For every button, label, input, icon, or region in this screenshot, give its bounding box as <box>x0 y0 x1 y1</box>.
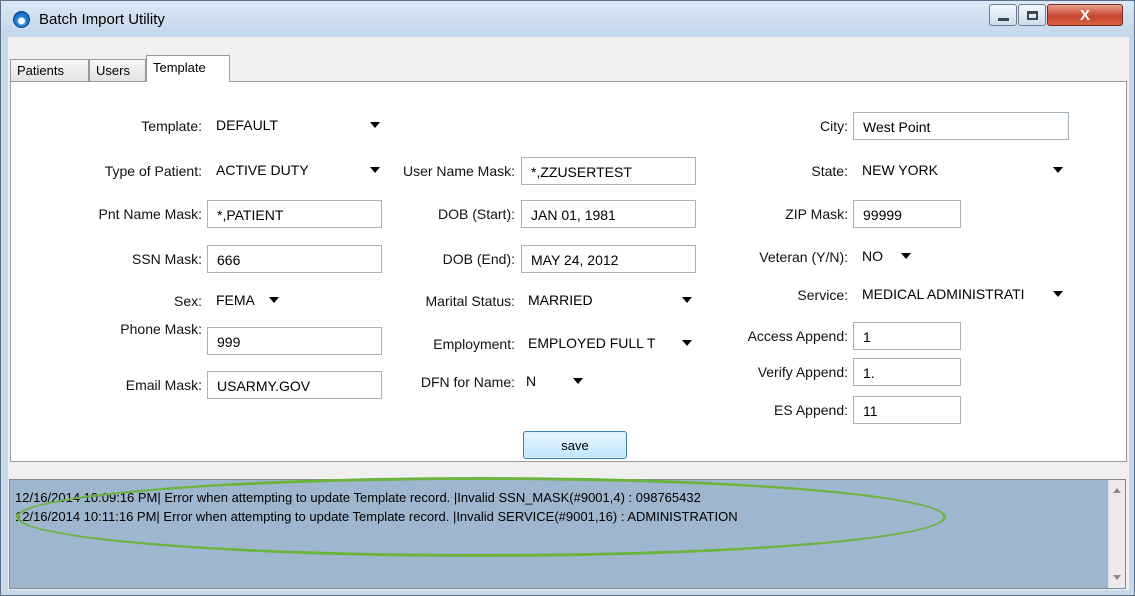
service-select[interactable]: MEDICAL ADMINISTRATI <box>857 281 1069 309</box>
marital-status-select[interactable]: MARRIED <box>523 287 698 315</box>
title-bar[interactable]: Batch Import Utility X <box>1 1 1134 37</box>
ssn-mask-field[interactable]: 666 <box>207 245 382 273</box>
state-select[interactable]: NEW YORK <box>857 157 1069 185</box>
log-scrollbar[interactable] <box>1108 480 1125 588</box>
chevron-down-icon <box>269 297 279 303</box>
veteran-label: Veteran (Y/N): <box>759 249 848 265</box>
template-panel: Template: DEFAULT Type of Patient: ACTIV… <box>10 81 1127 462</box>
chevron-down-icon <box>1053 291 1063 297</box>
chevron-down-icon <box>682 340 692 346</box>
ssn-mask-label: SSN Mask: <box>131 251 202 267</box>
dfn-for-name-select[interactable]: N <box>521 368 589 396</box>
type-of-patient-select[interactable]: ACTIVE DUTY <box>211 157 386 185</box>
type-of-patient-label: Type of Patient: <box>104 163 202 179</box>
city-field[interactable]: West Point <box>853 112 1069 140</box>
template-select-value: DEFAULT <box>216 117 278 133</box>
maximize-button[interactable] <box>1018 4 1046 26</box>
sex-value: FEMA <box>216 292 255 308</box>
type-of-patient-value: ACTIVE DUTY <box>216 162 309 178</box>
user-name-mask-label: User Name Mask: <box>402 163 515 179</box>
tab-patients[interactable]: Patients <box>10 59 89 81</box>
chevron-down-icon <box>1053 167 1063 173</box>
phone-mask-field[interactable]: 999 <box>207 327 382 355</box>
log-line: 12/16/2014 10:11:16 PM| Error when attem… <box>15 509 738 524</box>
dob-start-label: DOB (Start): <box>437 206 515 222</box>
close-button[interactable]: X <box>1047 4 1123 26</box>
veteran-select[interactable]: NO <box>857 243 917 271</box>
scroll-up-icon[interactable] <box>1113 488 1121 493</box>
dfn-for-name-label: DFN for Name: <box>420 374 515 390</box>
pnt-name-mask-field[interactable]: *,PATIENT <box>207 200 382 228</box>
template-select[interactable]: DEFAULT <box>211 112 386 140</box>
dob-end-label: DOB (End): <box>442 251 515 267</box>
city-label: City: <box>820 118 848 134</box>
sex-select[interactable]: FEMA <box>211 287 285 315</box>
es-append-field[interactable]: 11 <box>853 396 961 424</box>
marital-status-value: MARRIED <box>528 292 593 308</box>
tab-template[interactable]: Template <box>146 55 230 82</box>
pnt-name-mask-label: Pnt Name Mask: <box>98 206 202 222</box>
app-icon <box>13 11 30 28</box>
log-output[interactable]: 12/16/2014 10:09:16 PM| Error when attem… <box>9 479 1126 589</box>
sex-label: Sex: <box>173 293 202 309</box>
dfn-for-name-value: N <box>526 373 537 389</box>
state-label: State: <box>811 163 848 179</box>
veteran-value: NO <box>862 248 883 264</box>
app-window: Batch Import Utility X Patients Users Te… <box>0 0 1135 596</box>
chevron-down-icon <box>901 253 911 259</box>
es-append-label: ES Append: <box>774 402 848 418</box>
state-value: NEW YORK <box>862 162 938 178</box>
scroll-down-icon[interactable] <box>1113 575 1121 580</box>
chevron-down-icon <box>682 297 692 303</box>
zip-mask-field[interactable]: 99999 <box>853 200 961 228</box>
tab-users[interactable]: Users <box>89 59 146 81</box>
verify-append-label: Verify Append: <box>757 364 848 380</box>
chevron-down-icon <box>573 378 583 384</box>
verify-append-field[interactable]: 1. <box>853 358 961 386</box>
maximize-icon <box>1026 10 1038 20</box>
access-append-label: Access Append: <box>747 328 848 344</box>
service-value: MEDICAL ADMINISTRATI <box>862 286 1025 302</box>
log-line: 12/16/2014 10:09:16 PM| Error when attem… <box>15 490 701 505</box>
dob-start-field[interactable]: JAN 01, 1981 <box>521 200 696 228</box>
email-mask-field[interactable]: USARMY.GOV <box>207 371 382 399</box>
phone-mask-label: Phone Mask: <box>120 321 202 337</box>
service-label: Service: <box>797 287 848 303</box>
user-name-mask-field[interactable]: *,ZZUSERTEST <box>521 157 696 185</box>
marital-status-label: Marital Status: <box>425 293 515 309</box>
close-icon: X <box>1079 6 1090 24</box>
employment-select[interactable]: EMPLOYED FULL T <box>523 330 698 358</box>
access-append-field[interactable]: 1 <box>853 322 961 350</box>
employment-label: Employment: <box>433 336 515 352</box>
minimize-icon <box>997 17 1009 21</box>
dob-end-field[interactable]: MAY 24, 2012 <box>521 245 696 273</box>
zip-mask-label: ZIP Mask: <box>785 206 848 222</box>
email-mask-label: Email Mask: <box>125 377 202 393</box>
chevron-down-icon <box>370 122 380 128</box>
window-title: Batch Import Utility <box>39 11 165 28</box>
minimize-button[interactable] <box>989 4 1017 26</box>
save-button[interactable]: save <box>523 431 627 459</box>
employment-value: EMPLOYED FULL T <box>528 335 656 351</box>
client-area: Patients Users Template Template: DEFAUL… <box>8 37 1129 590</box>
template-label: Template: <box>141 118 202 134</box>
